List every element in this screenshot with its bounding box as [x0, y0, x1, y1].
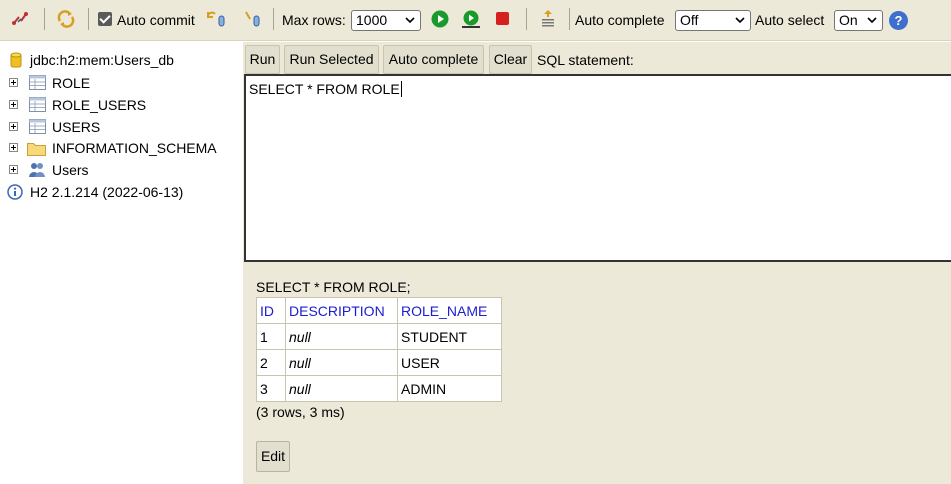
max-rows-select[interactable]: 1000 [351, 10, 421, 31]
tree-item-label: USERS [52, 119, 101, 135]
result-table: ID DESCRIPTION ROLE_NAME 1 null STUDENT … [256, 297, 502, 402]
clear-button[interactable]: Clear [489, 45, 532, 74]
toolbar-separator [569, 8, 570, 30]
commit-icon[interactable] [242, 9, 262, 29]
edit-button[interactable]: Edit [256, 441, 290, 472]
column-header[interactable]: DESCRIPTION [285, 297, 398, 324]
auto-commit-label: Auto commit [117, 12, 195, 28]
expand-icon[interactable] [9, 100, 18, 109]
version-label: H2 2.1.214 (2022-06-13) [30, 184, 184, 200]
text-caret [400, 81, 402, 97]
table-icon [29, 75, 46, 90]
auto-complete-button[interactable]: Auto complete [383, 45, 484, 74]
folder-icon [27, 143, 46, 156]
auto-select-value: On [839, 12, 858, 28]
rollback-icon[interactable] [206, 9, 226, 29]
table-icon [29, 97, 46, 112]
table-cell: USER [397, 349, 502, 376]
toolbar: Auto commit Max rows: 1000 Auto complete… [0, 0, 951, 41]
column-header[interactable]: ROLE_NAME [397, 297, 502, 324]
table-cell: ADMIN [397, 375, 502, 402]
table-cell: 3 [256, 375, 286, 402]
table-icon [29, 119, 46, 134]
expand-icon[interactable] [9, 143, 18, 152]
expand-icon[interactable] [9, 165, 18, 174]
table-cell: 1 [256, 323, 286, 350]
result-sql: SELECT * FROM ROLE; [256, 279, 411, 295]
result-status: (3 rows, 3 ms) [256, 404, 345, 420]
run-selected-icon[interactable] [461, 9, 481, 29]
table-cell: null [285, 323, 398, 350]
table-header-row: ID DESCRIPTION ROLE_NAME [256, 297, 502, 324]
sql-statement-label: SQL statement: [537, 52, 634, 68]
toolbar-separator [273, 8, 274, 30]
chevron-down-icon [735, 17, 745, 24]
auto-commit-checkbox[interactable] [98, 12, 112, 26]
table-cell: STUDENT [397, 323, 502, 350]
max-rows-value: 1000 [356, 12, 388, 28]
sql-editor-text: SELECT * FROM ROLE [249, 81, 400, 97]
toolbar-separator [88, 8, 89, 30]
run-button[interactable]: Run [245, 45, 280, 74]
toolbar-separator [44, 8, 45, 30]
tree-item-label: ROLE [52, 75, 91, 91]
column-header[interactable]: ID [256, 297, 286, 324]
connection-label: jdbc:h2:mem:Users_db [30, 52, 174, 68]
tree-item-label: INFORMATION_SCHEMA [52, 140, 217, 156]
table-row: 1 null STUDENT [256, 323, 502, 350]
run-icon[interactable] [430, 9, 450, 29]
chevron-down-icon [405, 17, 415, 24]
table-cell: null [285, 349, 398, 376]
table-row: 2 null USER [256, 349, 502, 376]
max-rows-label: Max rows: [282, 12, 346, 28]
object-tree: jdbc:h2:mem:Users_db ROLE ROLE_USERS USE… [0, 42, 242, 484]
auto-select-label: Auto select [755, 12, 825, 28]
stop-icon[interactable] [493, 9, 513, 29]
table-cell: 2 [256, 349, 286, 376]
disconnect-icon[interactable] [10, 9, 30, 29]
users-icon [29, 163, 45, 177]
auto-select-select[interactable]: On [834, 10, 883, 31]
toolbar-separator [526, 8, 527, 30]
tree-item-label: ROLE_USERS [52, 97, 147, 113]
run-selected-button[interactable]: Run Selected [284, 45, 379, 74]
refresh-icon[interactable] [56, 9, 76, 29]
table-row: 3 null ADMIN [256, 375, 502, 402]
tree-item-label: Users [52, 162, 89, 178]
table-cell: null [285, 375, 398, 402]
auto-complete-label: Auto complete [575, 12, 665, 28]
help-icon[interactable]: ? [889, 11, 908, 30]
history-icon[interactable] [538, 9, 558, 29]
auto-complete-value: Off [680, 12, 699, 28]
expand-icon[interactable] [9, 122, 18, 131]
sql-editor[interactable]: SELECT * FROM ROLE [244, 74, 951, 262]
auto-complete-select[interactable]: Off [675, 10, 751, 31]
expand-icon[interactable] [9, 78, 18, 87]
info-icon [7, 184, 23, 200]
database-icon [10, 52, 22, 68]
chevron-down-icon [867, 17, 877, 24]
